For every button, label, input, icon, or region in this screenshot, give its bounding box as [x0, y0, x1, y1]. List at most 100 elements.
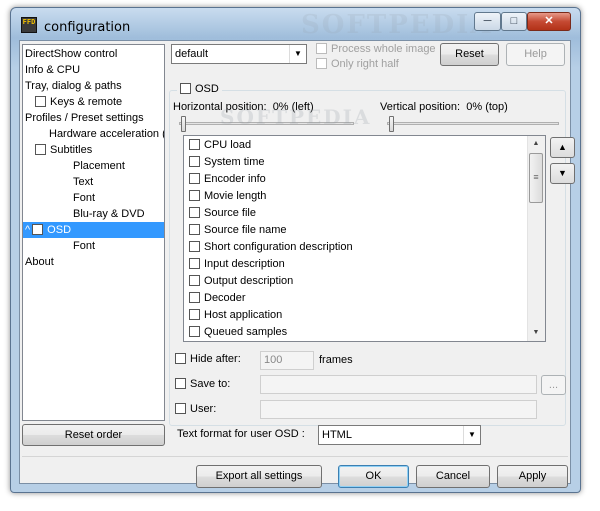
list-item-source-file[interactable]: Source file [189, 205, 256, 222]
list-item-checkbox[interactable] [189, 224, 200, 235]
tree-item-label: Keys & remote [50, 96, 123, 108]
list-item-queued-samples[interactable]: Queued samples [189, 324, 287, 341]
settings-tree[interactable]: DirectShow control Info & CPU Tray, dial… [22, 44, 165, 421]
vertical-position-slider-thumb[interactable] [389, 116, 394, 132]
minimize-button[interactable]: ─ [474, 12, 501, 31]
scroll-down-arrow-icon[interactable]: ▼ [528, 325, 544, 341]
list-item-decoder[interactable]: Decoder [189, 290, 246, 307]
save-to-checkbox[interactable] [175, 378, 186, 389]
tree-item-info-cpu[interactable]: Info & CPU [25, 62, 80, 78]
hide-after-frames-input[interactable]: 100 [260, 351, 314, 370]
list-item-encoder-info[interactable]: Encoder info [189, 171, 266, 188]
tree-item-osd-font[interactable]: Font [73, 238, 95, 254]
subtitles-checkbox[interactable] [35, 144, 46, 155]
tree-item-profiles-preset[interactable]: Profiles / Preset settings [25, 110, 144, 126]
maximize-button[interactable]: □ [501, 12, 527, 31]
user-osd-input[interactable] [260, 400, 537, 419]
tree-item-osd[interactable]: ^ OSD [23, 222, 164, 238]
user-checkbox[interactable] [175, 403, 186, 414]
list-item-checkbox[interactable] [189, 292, 200, 303]
tree-item-label: About [25, 256, 54, 268]
title-bar[interactable]: FFD configuration SOFTPEDIA ─ □ ✕ [11, 8, 580, 40]
horizontal-position-slider-thumb[interactable] [181, 116, 186, 132]
export-all-settings-button[interactable]: Export all settings [196, 465, 322, 488]
osd-items-list[interactable]: CPU load System time Encoder info Movie … [183, 135, 546, 342]
tree-item-placement[interactable]: Placement [73, 158, 125, 174]
move-up-button[interactable]: ▲ [550, 137, 575, 158]
tree-item-text[interactable]: Text [73, 174, 93, 190]
list-item-input-description[interactable]: Input description [189, 256, 285, 273]
list-item-host-application[interactable]: Host application [189, 307, 282, 324]
list-item-label: Encoder info [204, 173, 266, 185]
hide-after-option[interactable]: Hide after: [175, 353, 241, 365]
scrollbar-thumb[interactable]: ≡ [529, 153, 543, 203]
keys-remote-checkbox[interactable] [35, 96, 46, 107]
vertical-position-value: 0% (top) [466, 101, 508, 113]
hide-after-checkbox[interactable] [175, 353, 186, 364]
list-item-system-time[interactable]: System time [189, 154, 265, 171]
tree-item-label: Placement [73, 160, 125, 172]
process-whole-image-checkbox[interactable] [316, 43, 327, 54]
tree-item-label: Font [73, 240, 96, 252]
browse-button[interactable]: ... [541, 375, 566, 395]
list-item-checkbox[interactable] [189, 326, 200, 337]
tree-item-directshow-control[interactable]: DirectShow control [25, 46, 117, 62]
preset-dropdown[interactable]: default ▼ [171, 44, 307, 64]
frames-label: frames [319, 354, 353, 366]
list-scrollbar[interactable]: ▲ ≡ ▼ [527, 136, 545, 341]
ffdshow-app-icon: FFD [21, 17, 37, 33]
ok-button[interactable]: OK [338, 465, 409, 488]
apply-button[interactable]: Apply [497, 465, 568, 488]
list-item-source-file-name[interactable]: Source file name [189, 222, 287, 239]
tree-item-keys-remote[interactable]: Keys & remote [35, 94, 122, 110]
tree-item-font[interactable]: Font [73, 190, 95, 206]
user-option[interactable]: User: [175, 403, 216, 415]
list-item-cpu-load[interactable]: CPU load [189, 137, 251, 154]
text-format-dropdown[interactable]: HTML ▼ [318, 425, 481, 445]
osd-group-label: OSD [195, 83, 219, 95]
list-item-output-description[interactable]: Output description [189, 273, 293, 290]
list-item-label: Queued samples [204, 326, 288, 338]
list-item-checkbox[interactable] [189, 139, 200, 150]
tree-item-hardware-acceleration[interactable]: Hardware acceleration ( [49, 126, 164, 142]
list-item-movie-length[interactable]: Movie length [189, 188, 266, 205]
preset-value: default [175, 48, 209, 60]
list-item-checkbox[interactable] [189, 173, 200, 184]
save-to-option[interactable]: Save to: [175, 378, 230, 390]
list-item-checkbox[interactable] [189, 207, 200, 218]
tree-item-label: Text [73, 176, 94, 188]
list-item-short-config-description[interactable]: Short configuration description [189, 239, 353, 256]
osd-enable-checkbox[interactable] [180, 83, 191, 94]
process-whole-image-option[interactable]: Process whole image [316, 43, 436, 55]
tree-item-subtitles[interactable]: Subtitles [35, 142, 92, 158]
list-item-label: Source file [204, 207, 256, 219]
save-to-path-input[interactable] [260, 375, 537, 394]
chevron-down-icon: ▼ [289, 45, 306, 63]
tree-item-about[interactable]: About [25, 254, 54, 270]
reset-button[interactable]: Reset [440, 43, 499, 66]
osd-tree-checkbox[interactable] [32, 224, 44, 235]
list-item-checkbox[interactable] [189, 156, 200, 167]
close-button[interactable]: ✕ [527, 12, 571, 31]
tree-item-label: Subtitles [50, 144, 93, 156]
cancel-button[interactable]: Cancel [416, 465, 490, 488]
list-item-checkbox[interactable] [189, 190, 200, 201]
list-item-checkbox[interactable] [189, 241, 200, 252]
move-down-button[interactable]: ▼ [550, 163, 575, 184]
list-item-checkbox[interactable] [189, 309, 200, 320]
tree-item-bluray-dvd[interactable]: Blu-ray & DVD [73, 206, 145, 222]
reset-order-button[interactable]: Reset order [22, 424, 165, 446]
tree-item-tray-dialog-paths[interactable]: Tray, dialog & paths [25, 78, 122, 94]
text-format-label: Text format for user OSD : [177, 428, 305, 440]
only-right-half-checkbox[interactable] [316, 58, 327, 69]
help-button[interactable]: Help [506, 43, 565, 66]
expander-caret-icon[interactable]: ^ [25, 224, 30, 236]
softpedia-watermark-2: SOFTPEDIA [220, 105, 372, 129]
osd-group-header[interactable]: OSD [177, 83, 222, 95]
vertical-position-track[interactable] [387, 122, 559, 125]
list-item-checkbox[interactable] [189, 275, 200, 286]
list-item-label: Input description [204, 258, 285, 270]
list-item-checkbox[interactable] [189, 258, 200, 269]
scroll-up-arrow-icon[interactable]: ▲ [528, 136, 544, 152]
only-right-half-option[interactable]: Only right half [316, 58, 399, 70]
